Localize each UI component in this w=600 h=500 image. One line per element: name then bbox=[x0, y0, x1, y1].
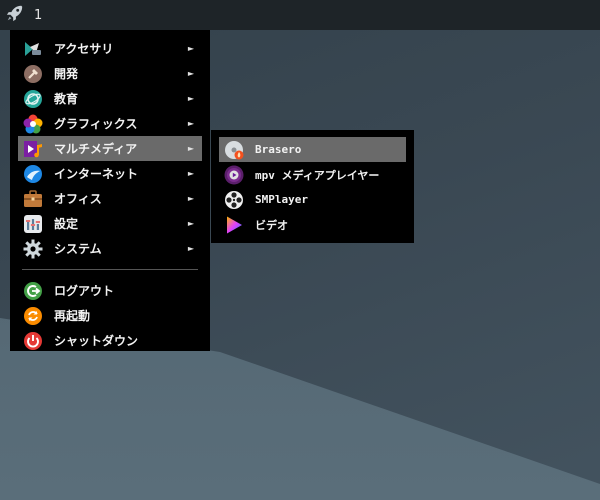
menu-item-internet[interactable]: インターネット ► bbox=[18, 161, 202, 186]
menu-item-label: アクセサリ bbox=[54, 42, 114, 56]
submenu-arrow-icon: ► bbox=[187, 119, 194, 128]
menu-item-accessories[interactable]: アクセサリ ► bbox=[18, 36, 202, 61]
submenu-item-label: Brasero bbox=[255, 143, 302, 156]
submenu-item-video[interactable]: ビデオ bbox=[219, 212, 406, 237]
menu-item-label: 教育 bbox=[54, 92, 79, 106]
development-icon bbox=[23, 64, 43, 84]
accessories-icon bbox=[23, 39, 43, 59]
submenu-arrow-icon: ► bbox=[187, 69, 194, 78]
submenu-item-label: mpv メディアプレイヤー bbox=[255, 168, 380, 182]
graphics-icon bbox=[23, 114, 43, 134]
menu-item-label: シャットダウン bbox=[54, 334, 139, 348]
menu-item-label: システム bbox=[54, 242, 102, 256]
menu-item-label: オフィス bbox=[54, 192, 102, 206]
menu-item-development[interactable]: 開発 ► bbox=[18, 61, 202, 86]
submenu-item-label: SMPlayer bbox=[255, 193, 308, 206]
application-menu: アクセサリ ► 開発 ► 教育 ► グラフィックス ► マルチメディア ► イン… bbox=[10, 30, 210, 351]
mpv-icon bbox=[224, 165, 244, 185]
education-icon bbox=[23, 89, 43, 109]
menu-item-label: 開発 bbox=[54, 67, 79, 81]
shutdown-icon bbox=[23, 331, 43, 351]
submenu-arrow-icon: ► bbox=[187, 194, 194, 203]
rocket-icon bbox=[6, 4, 24, 26]
menu-item-label: 再起動 bbox=[54, 309, 91, 323]
menu-item-system[interactable]: システム ► bbox=[18, 236, 202, 261]
submenu-item-smplayer[interactable]: SMPlayer bbox=[219, 187, 406, 212]
logout-icon bbox=[23, 281, 43, 301]
multimedia-icon bbox=[23, 139, 43, 159]
submenu-item-label: ビデオ bbox=[255, 218, 288, 232]
menu-separator bbox=[22, 269, 198, 270]
menu-item-reboot[interactable]: 再起動 bbox=[18, 303, 202, 328]
taskbar: 1 bbox=[0, 0, 600, 30]
menu-item-label: 設定 bbox=[54, 217, 79, 231]
submenu-arrow-icon: ► bbox=[187, 44, 194, 53]
multimedia-submenu: Brasero mpv メディアプレイヤー SMPlayer ビデオ bbox=[211, 130, 414, 243]
menu-launcher-button[interactable] bbox=[0, 0, 30, 30]
settings-icon bbox=[23, 214, 43, 234]
submenu-item-brasero[interactable]: Brasero bbox=[219, 137, 406, 162]
video-icon bbox=[224, 215, 244, 235]
submenu-arrow-icon: ► bbox=[187, 219, 194, 228]
menu-item-label: インターネット bbox=[54, 167, 139, 181]
submenu-item-mpv[interactable]: mpv メディアプレイヤー bbox=[219, 162, 406, 187]
workspace-indicator[interactable]: 1 bbox=[34, 8, 42, 23]
brasero-icon bbox=[224, 140, 244, 160]
office-icon bbox=[23, 189, 43, 209]
submenu-arrow-icon: ► bbox=[187, 244, 194, 253]
menu-item-settings[interactable]: 設定 ► bbox=[18, 211, 202, 236]
menu-item-label: ログアウト bbox=[54, 284, 115, 298]
menu-item-label: マルチメディア bbox=[54, 142, 138, 156]
system-icon bbox=[23, 239, 43, 259]
menu-item-graphics[interactable]: グラフィックス ► bbox=[18, 111, 202, 136]
internet-icon bbox=[23, 164, 43, 184]
menu-item-multimedia[interactable]: マルチメディア ► bbox=[18, 136, 202, 161]
menu-item-education[interactable]: 教育 ► bbox=[18, 86, 202, 111]
menu-item-office[interactable]: オフィス ► bbox=[18, 186, 202, 211]
menu-item-shutdown[interactable]: シャットダウン bbox=[18, 328, 202, 353]
submenu-arrow-icon: ► bbox=[187, 169, 194, 178]
submenu-arrow-icon: ► bbox=[187, 144, 194, 153]
menu-item-label: グラフィックス bbox=[54, 117, 138, 131]
submenu-arrow-icon: ► bbox=[187, 94, 194, 103]
menu-item-logout[interactable]: ログアウト bbox=[18, 278, 202, 303]
smplayer-icon bbox=[224, 190, 244, 210]
reboot-icon bbox=[23, 306, 43, 326]
